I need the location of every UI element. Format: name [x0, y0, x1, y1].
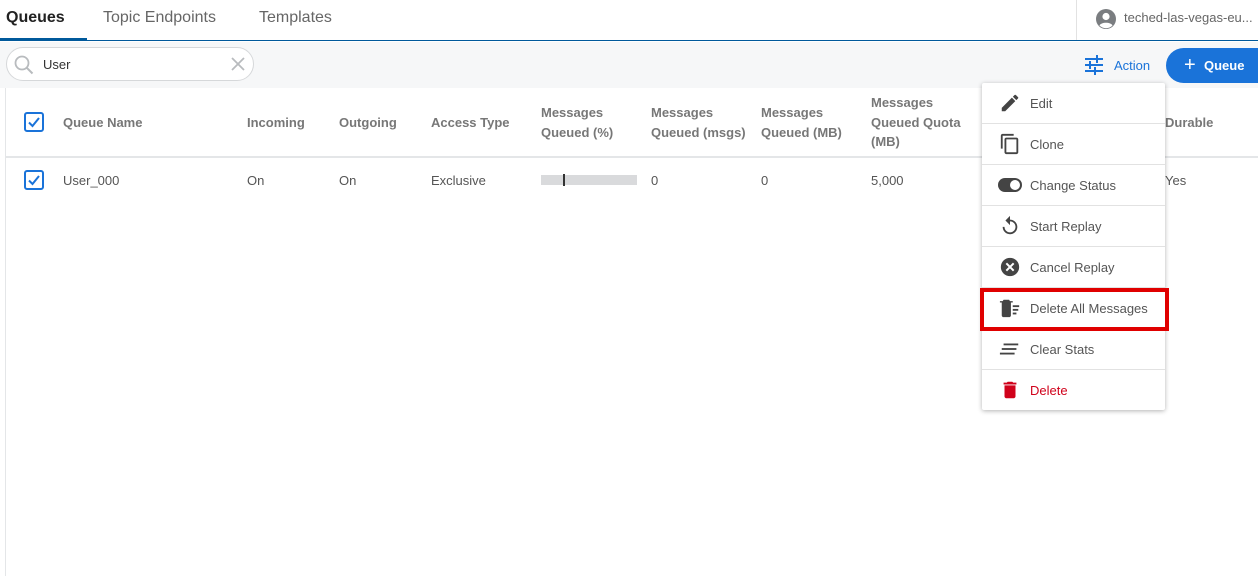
column-header-messages-queued-msgs[interactable]: Messages Queued (msgs): [651, 103, 751, 142]
action-dropdown-menu: Edit Clone Change Status Start Replay Ca…: [982, 83, 1165, 410]
outgoing-cell: On: [339, 173, 357, 188]
select-all-checkbox[interactable]: [24, 112, 44, 132]
menu-item-change-status[interactable]: Change Status: [982, 165, 1165, 206]
toolbar: Action + Queue: [0, 42, 1258, 88]
replay-icon: [999, 215, 1021, 237]
menu-item-label: Edit: [1030, 96, 1053, 111]
quota-mb-cell: 5,000: [871, 173, 904, 188]
column-header-durable[interactable]: Durable: [1165, 113, 1213, 133]
menu-item-label: Delete All Messages: [1030, 301, 1148, 316]
messages-queued-progress-bar: [541, 174, 637, 186]
search-box[interactable]: [6, 47, 254, 81]
active-tab-indicator: [0, 38, 87, 41]
menu-item-edit[interactable]: Edit: [982, 83, 1165, 124]
progress-bar-marker: [563, 174, 565, 186]
clear-stats-icon: [999, 338, 1021, 360]
row-checkbox[interactable]: [24, 170, 44, 190]
sliders-icon: [1082, 53, 1106, 82]
tab-templates[interactable]: Templates: [259, 0, 332, 40]
access-type-cell: Exclusive: [431, 173, 486, 188]
queue-name-cell[interactable]: User_000: [63, 173, 119, 188]
menu-item-cancel-replay[interactable]: Cancel Replay: [982, 247, 1165, 288]
pencil-icon: [999, 92, 1021, 114]
search-input[interactable]: [43, 54, 223, 74]
delete-messages-icon: [999, 297, 1021, 319]
toggle-icon: [997, 174, 1023, 196]
clear-search-icon[interactable]: [229, 55, 247, 78]
menu-item-label: Change Status: [1030, 178, 1117, 193]
menu-item-clone[interactable]: Clone: [982, 124, 1165, 165]
menu-item-label: Delete: [1030, 383, 1068, 398]
plus-icon: +: [1184, 54, 1196, 76]
messages-queued-mb-cell: 0: [761, 173, 769, 188]
column-header-incoming[interactable]: Incoming: [247, 113, 305, 133]
trash-icon: [999, 379, 1021, 401]
column-header-messages-queued-mb[interactable]: Messages Queued (MB): [761, 103, 851, 142]
menu-item-delete-all-messages[interactable]: Delete All Messages: [982, 288, 1165, 329]
column-header-access-type[interactable]: Access Type: [431, 113, 510, 133]
column-header-outgoing[interactable]: Outgoing: [339, 113, 397, 133]
top-tab-bar: Queues Topic Endpoints Templates teched-…: [0, 0, 1258, 41]
account-menu[interactable]: teched-las-vegas-eu...: [1076, 0, 1258, 40]
column-header-queue-name[interactable]: Queue Name: [63, 113, 142, 133]
menu-item-label: Clone: [1030, 137, 1064, 152]
column-header-messages-queued-pct[interactable]: Messages Queued (%): [541, 103, 621, 142]
action-label: Action: [1114, 58, 1151, 73]
add-queue-label: Queue: [1204, 58, 1245, 73]
account-name: teched-las-vegas-eu...: [1124, 10, 1253, 25]
menu-item-clear-stats[interactable]: Clear Stats: [982, 329, 1165, 370]
copy-icon: [999, 133, 1021, 155]
search-icon: [13, 54, 35, 81]
add-queue-button[interactable]: + Queue: [1166, 48, 1258, 83]
menu-item-label: Start Replay: [1030, 219, 1102, 234]
tab-topic-endpoints[interactable]: Topic Endpoints: [103, 0, 216, 40]
menu-item-start-replay[interactable]: Start Replay: [982, 206, 1165, 247]
menu-item-delete[interactable]: Delete: [982, 370, 1165, 411]
durable-cell: Yes: [1165, 173, 1187, 188]
incoming-cell: On: [247, 173, 265, 188]
menu-item-label: Cancel Replay: [1030, 260, 1115, 275]
column-header-quota-mb[interactable]: Messages Queued Quota (MB): [871, 93, 971, 152]
messages-queued-msgs-cell: 0: [651, 173, 659, 188]
menu-item-label: Clear Stats: [1030, 342, 1095, 357]
cancel-circle-icon: [999, 256, 1021, 278]
account-icon: [1095, 8, 1117, 35]
tab-queues[interactable]: Queues: [6, 0, 65, 40]
